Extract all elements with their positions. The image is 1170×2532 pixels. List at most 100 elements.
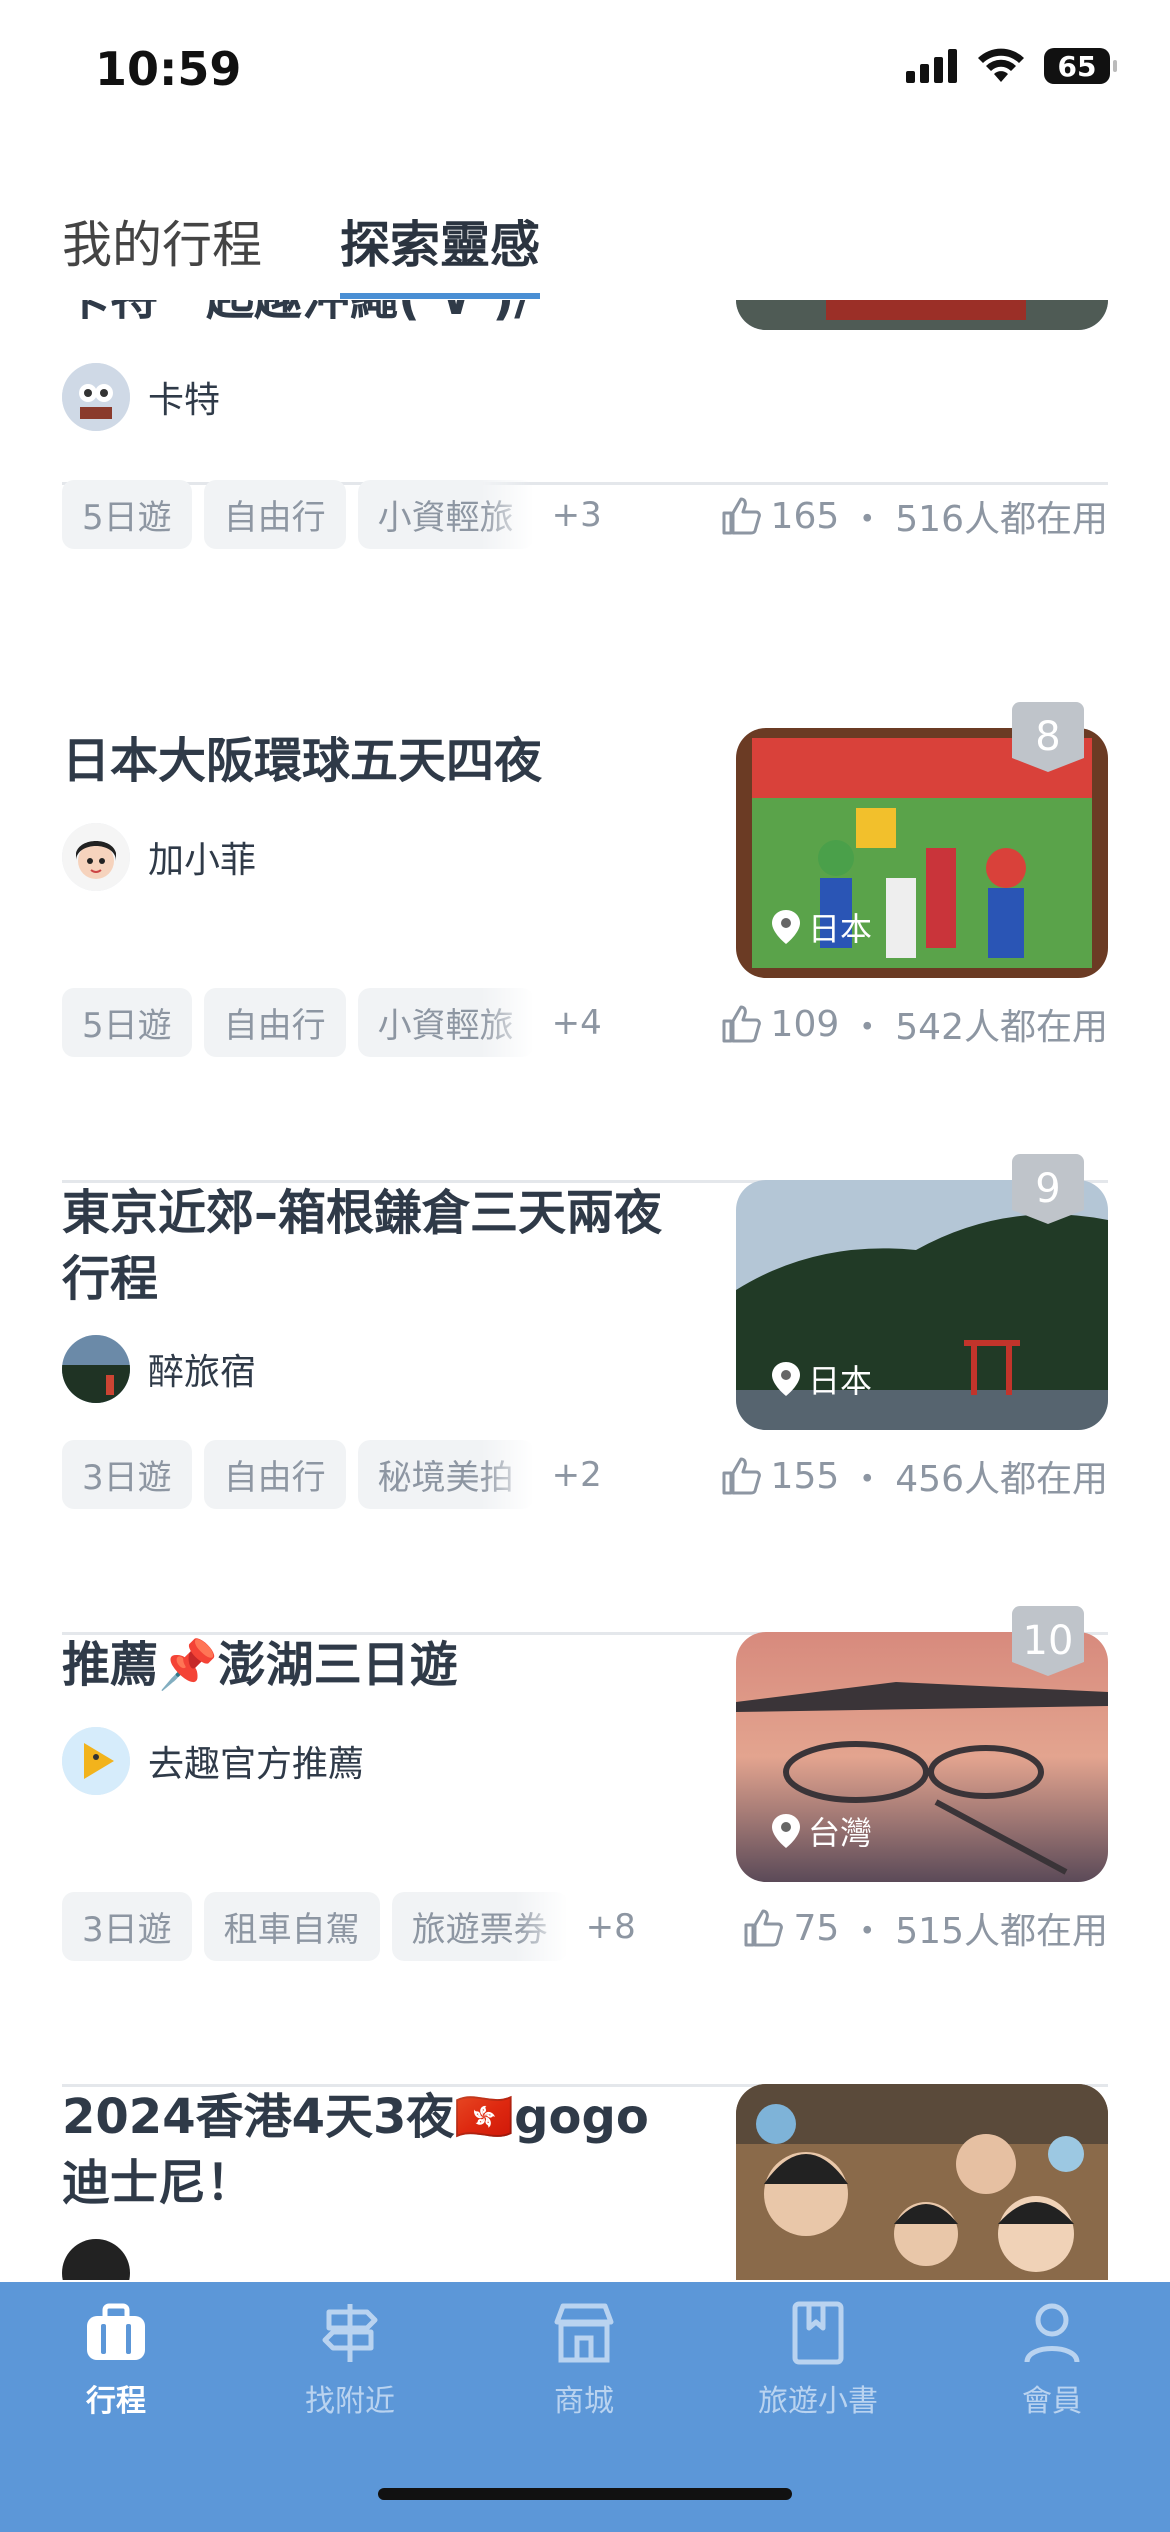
tag-list: 3日遊 自由行 秘境美拍 +2 xyxy=(62,1440,602,1509)
location-label: 日本 xyxy=(772,1356,872,1402)
card-title: 日本大阪環球五天四夜 xyxy=(62,733,543,789)
thumbs-up-icon[interactable] xyxy=(721,497,761,535)
card-title: 東京近郊–箱根鎌倉三天兩夜行程 xyxy=(62,1185,663,1307)
location-pin-icon xyxy=(772,1362,800,1396)
avatar xyxy=(62,1335,130,1403)
card-author[interactable]: 加小菲 xyxy=(62,823,256,891)
tag-list: 3日遊 租車自駕 旅遊票券 +8 xyxy=(62,1892,636,1961)
nav-label: 旅遊小書 xyxy=(758,2384,878,2419)
location-label: 日本 xyxy=(772,300,872,302)
tag: 小資輕旅 xyxy=(357,988,534,1057)
nav-item-store[interactable]: 商城 xyxy=(484,2300,684,2420)
suitcase-icon xyxy=(87,2303,145,2360)
segment-tabs: 我的行程 探索靈感 xyxy=(62,205,540,299)
avatar xyxy=(62,1727,130,1795)
users-count: 456人都在用 xyxy=(895,1459,1108,1500)
likes-count: 109 xyxy=(770,1003,840,1045)
card-author[interactable]: 醉旅宿 xyxy=(62,1335,256,1403)
rank-badge: 8 xyxy=(1012,702,1084,772)
rank-badge: 10 xyxy=(1012,1606,1084,1676)
stats-separator: ・ xyxy=(849,1007,886,1048)
card-author[interactable] xyxy=(62,2239,130,2280)
card-author[interactable]: 去趣官方推薦 xyxy=(62,1727,364,1795)
more-tags-count: +3 xyxy=(551,494,602,535)
tag-list: 5日遊 自由行 小資輕旅 +4 xyxy=(62,988,602,1057)
tag: 自由行 xyxy=(203,1440,346,1509)
card-title: 2024香港4天3夜🇭🇰gogo迪士尼！ xyxy=(62,2089,649,2211)
nav-item-nearby[interactable]: 找附近 xyxy=(250,2300,450,2420)
stats-separator: ・ xyxy=(849,1911,886,1952)
tab-my-trips[interactable]: 我的行程 xyxy=(62,205,262,299)
location-pin-icon xyxy=(772,1814,800,1848)
thumbs-up-icon[interactable] xyxy=(721,1457,761,1495)
users-count: 515人都在用 xyxy=(895,1911,1108,1952)
nav-label: 會員 xyxy=(1022,2384,1082,2419)
rank-badge: 9 xyxy=(1012,1154,1084,1224)
more-tags-count: +2 xyxy=(551,1454,602,1495)
card-author[interactable]: 卡特 xyxy=(62,363,220,431)
itinerary-card[interactable]: 東京近郊–箱根鎌倉三天兩夜行程 醉旅宿 日本 9 3日遊 自由行 秘境美拍 +2… xyxy=(62,1154,1108,1635)
tag-list: 5日遊 自由行 小資輕旅 +3 xyxy=(62,480,602,549)
itinerary-card[interactable]: 日本大阪環球五天四夜 加小菲 日本 8 5日遊 自由行 小資輕旅 +4 109 xyxy=(62,702,1108,1183)
card-stats: 75 ・ 515人都在用 xyxy=(743,1902,1108,1954)
status-time: 10:59 xyxy=(95,42,242,96)
tag: 旅遊票券 xyxy=(391,1892,568,1961)
itinerary-card[interactable]: 卡特一起趣沖繩( ∨ )/ 卡特 日本 5日遊 自由行 小資輕旅 +3 xyxy=(62,300,1108,549)
wifi-icon xyxy=(978,48,1024,82)
nav-label: 商城 xyxy=(554,2384,614,2419)
nav-label: 行程 xyxy=(86,2384,146,2419)
thumbs-up-icon[interactable] xyxy=(721,1005,761,1043)
store-icon xyxy=(554,2303,614,2363)
card-stats: 109 ・ 542人都在用 xyxy=(721,998,1108,1050)
stats-separator: ・ xyxy=(849,1459,886,1500)
status-icons: 65 xyxy=(906,48,1117,84)
itinerary-feed[interactable]: 卡特一起趣沖繩( ∨ )/ 卡特 日本 5日遊 自由行 小資輕旅 +3 xyxy=(0,300,1170,2280)
battery-icon: 65 xyxy=(1044,48,1117,84)
card-title: 卡特一起趣沖繩( ∨ )/ xyxy=(62,300,662,331)
card-title: 推薦📌澎湖三日遊 xyxy=(62,1637,458,1693)
more-tags-count: +8 xyxy=(585,1906,636,1947)
likes-count: 165 xyxy=(770,495,840,537)
location-label: 台灣 xyxy=(772,1808,872,1854)
users-count: 542人都在用 xyxy=(895,1007,1108,1048)
home-indicator[interactable] xyxy=(378,2488,792,2500)
tag: 租車自駕 xyxy=(203,1892,380,1961)
author-name: 醉旅宿 xyxy=(148,1352,257,1393)
avatar xyxy=(62,2239,130,2280)
nav-label: 找附近 xyxy=(305,2384,395,2419)
author-name: 加小菲 xyxy=(148,840,257,881)
signpost-icon xyxy=(322,2304,378,2362)
tag: 3日遊 xyxy=(62,1892,192,1961)
stats-separator: ・ xyxy=(849,499,886,540)
itinerary-card[interactable]: 推薦📌澎湖三日遊 去趣官方推薦 台灣 10 3日遊 租車自駕 旅遊票券 +8 7… xyxy=(62,1606,1108,2087)
location-pin-icon xyxy=(772,910,800,944)
tag: 秘境美拍 xyxy=(357,1440,534,1509)
itinerary-card[interactable]: 2024香港4天3夜🇭🇰gogo迪士尼！ xyxy=(62,2084,1108,2280)
tag: 小資輕旅 xyxy=(357,480,534,549)
cellular-signal-icon xyxy=(906,49,957,83)
likes-count: 155 xyxy=(770,1455,840,1497)
status-bar: 10:59 65 xyxy=(0,0,1170,150)
user-icon xyxy=(1024,2303,1080,2363)
card-thumbnail[interactable]: 日本 xyxy=(736,300,1108,330)
thumbs-up-icon[interactable] xyxy=(743,1909,784,1947)
author-name: 卡特 xyxy=(148,380,221,421)
avatar xyxy=(62,823,130,891)
nav-item-travel-book[interactable]: 旅遊小書 xyxy=(718,2300,918,2420)
tag: 自由行 xyxy=(203,988,346,1057)
card-thumbnail[interactable] xyxy=(736,2084,1108,2280)
users-count: 516人都在用 xyxy=(895,499,1108,540)
nav-item-trips[interactable]: 行程 xyxy=(16,2300,216,2420)
card-stats: 165 ・ 516人都在用 xyxy=(721,490,1108,542)
more-tags-count: +4 xyxy=(551,1002,602,1043)
card-stats: 155 ・ 456人都在用 xyxy=(721,1450,1108,1502)
tag: 自由行 xyxy=(203,480,346,549)
nav-item-member[interactable]: 會員 xyxy=(952,2300,1152,2420)
author-name: 去趣官方推薦 xyxy=(148,1744,365,1785)
tag: 3日遊 xyxy=(62,1440,192,1509)
tag: 5日遊 xyxy=(62,988,192,1057)
tab-explore[interactable]: 探索靈感 xyxy=(340,205,540,299)
location-label: 日本 xyxy=(772,904,872,950)
likes-count: 75 xyxy=(793,1907,840,1949)
book-icon xyxy=(792,2301,844,2365)
